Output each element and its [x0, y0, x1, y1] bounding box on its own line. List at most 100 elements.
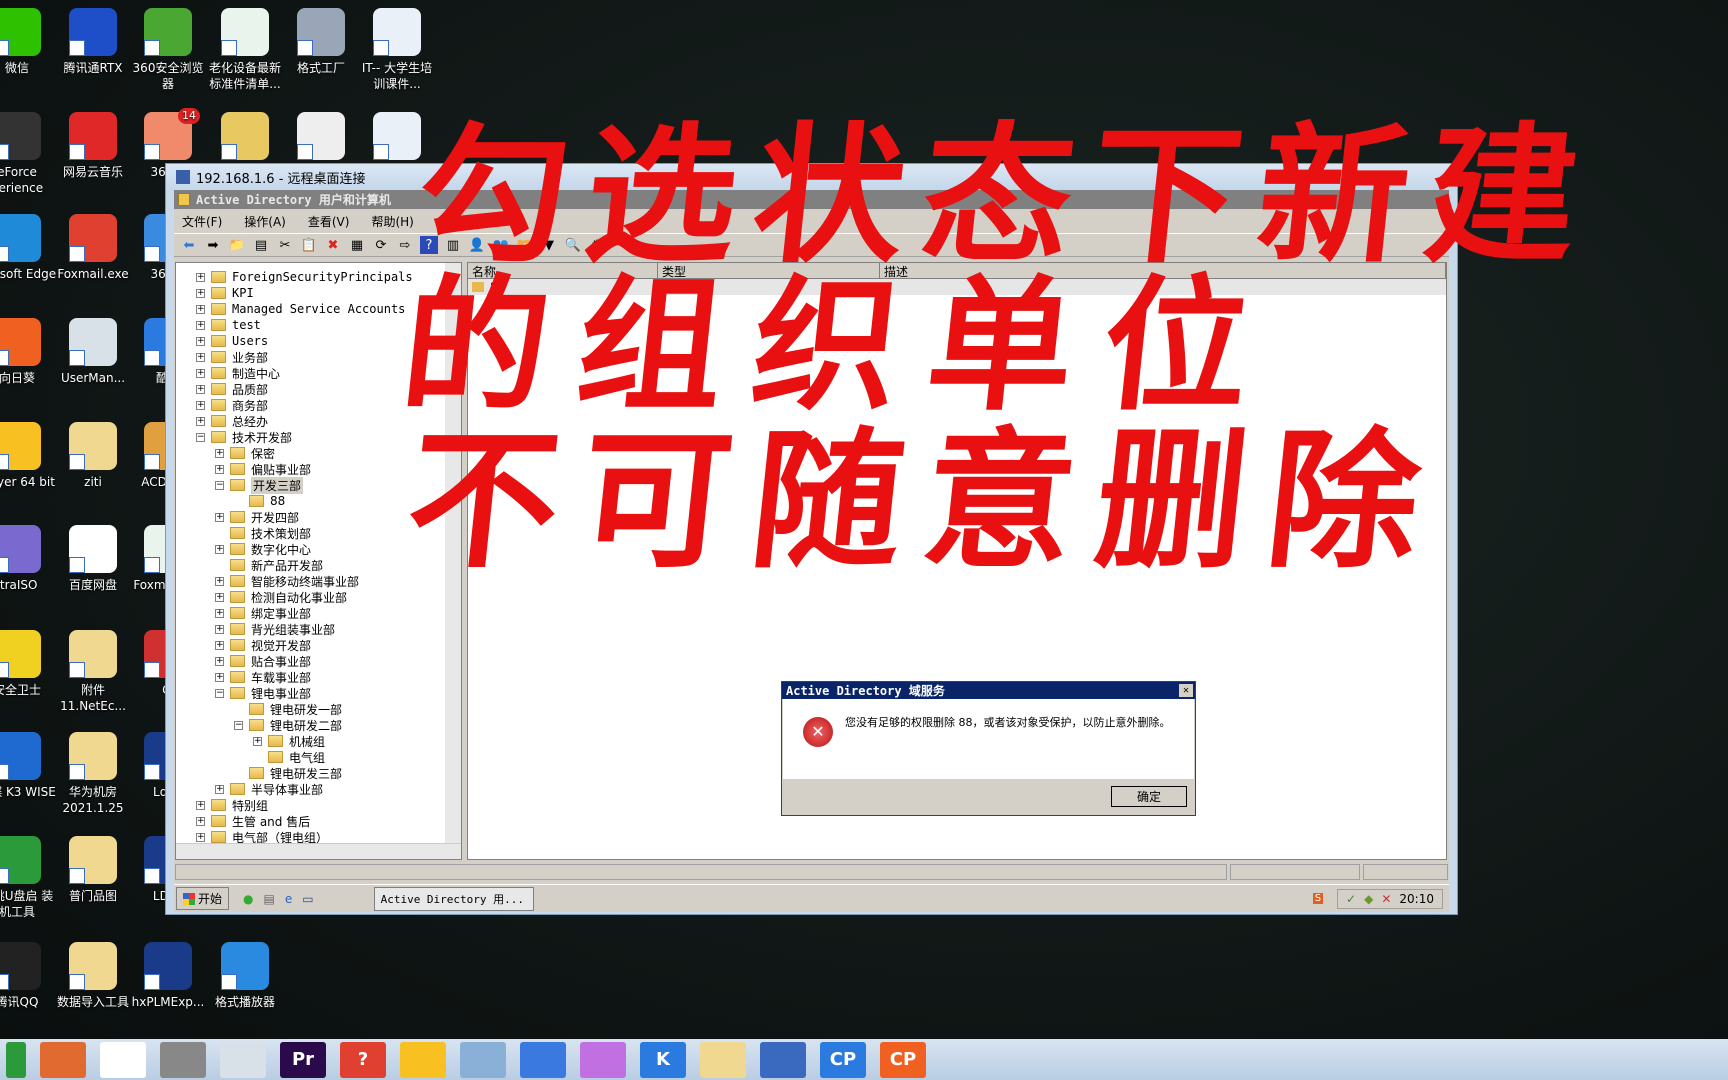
baidu-netdisk-icon[interactable]	[100, 1041, 146, 1078]
add-group-icon[interactable]: 👥	[492, 236, 510, 254]
find-icon[interactable]: 🔍	[564, 236, 582, 254]
desktop-icon-item[interactable]: ltraISO	[0, 525, 57, 593]
paste-icon[interactable]: 📋	[300, 236, 318, 254]
tree-item[interactable]: − 锂电研发二部	[234, 717, 342, 733]
collapse-icon[interactable]: −	[196, 432, 205, 442]
desktop-icon-item[interactable]: Foxmail.exe	[53, 214, 133, 282]
expand-icon[interactable]: +	[196, 816, 205, 826]
expand-icon[interactable]: +	[196, 320, 205, 330]
add-user-icon[interactable]: 👤	[468, 236, 486, 254]
desktop-icon-item[interactable]: 老化设备最新标准件清单...	[205, 8, 285, 92]
desktop-icon-item[interactable]	[281, 112, 361, 164]
notepad-icon[interactable]	[460, 1041, 506, 1078]
desktop-icon-item[interactable]: 360安全浏览器	[128, 8, 208, 92]
tree-item[interactable]: + KPI	[196, 285, 254, 301]
desktop-icon-item[interactable]: ziti	[53, 422, 133, 490]
ie-refresh-icon[interactable]: ●	[243, 892, 253, 906]
expand-icon[interactable]: +	[215, 592, 224, 602]
view-icon[interactable]: ▥	[444, 236, 462, 254]
expand-icon[interactable]: +	[215, 640, 224, 650]
collapse-icon[interactable]: −	[215, 688, 224, 698]
menu-item[interactable]: 文件(F)	[182, 213, 222, 230]
expand-icon[interactable]: +	[215, 624, 224, 634]
back-icon[interactable]: ⬅	[180, 236, 198, 254]
cp-icon[interactable]: CP	[820, 1041, 866, 1078]
tree-item[interactable]: 88	[234, 493, 285, 509]
expand-icon[interactable]: +	[215, 448, 224, 458]
expand-icon[interactable]: +	[196, 400, 205, 410]
tree-item[interactable]: + 贴合事业部	[215, 653, 311, 669]
collapse-icon[interactable]: −	[215, 480, 224, 490]
tree-item[interactable]: + 绑定事业部	[215, 605, 311, 621]
cp2-icon[interactable]: CP	[880, 1041, 926, 1078]
expand-icon[interactable]: +	[215, 464, 224, 474]
podcast-icon[interactable]	[580, 1041, 626, 1078]
start-button[interactable]: 开始	[176, 887, 230, 910]
column-description[interactable]: 描述	[880, 263, 1446, 279]
network-icon[interactable]: ✓	[1346, 892, 1356, 906]
desktop-icon-item[interactable]: icrosoft Edge	[0, 214, 57, 282]
server-manager-icon[interactable]: ▤	[264, 892, 275, 906]
expand-icon[interactable]: +	[196, 304, 205, 314]
up-folder-icon[interactable]: 📁	[228, 236, 246, 254]
desktop-icon-item[interactable]: 微信	[0, 8, 57, 76]
tree-item[interactable]: + 背光组装事业部	[215, 621, 335, 637]
desktop-icon-item[interactable]	[357, 112, 437, 164]
desktop-icon-item[interactable]: 百度网盘	[53, 525, 133, 593]
desktop-icon-item[interactable]: 腾讯QQ	[0, 942, 57, 1010]
premiere-icon[interactable]: Pr	[280, 1041, 326, 1078]
desktop-icon-item[interactable]: 向日葵	[0, 318, 57, 386]
tree-item[interactable]: + 半导体事业部	[215, 781, 323, 797]
remote-desktop-icon[interactable]	[760, 1041, 806, 1078]
expand-icon[interactable]: +	[215, 784, 224, 794]
volume-muted-icon[interactable]: ✕	[1381, 892, 1391, 906]
tree-item[interactable]: − 开发三部	[215, 476, 304, 494]
collapse-icon[interactable]: −	[234, 720, 243, 730]
add-ou-icon[interactable]: 📂	[516, 236, 534, 254]
expand-icon[interactable]: +	[196, 832, 205, 842]
tree-item[interactable]: + Managed Service Accounts	[196, 301, 405, 317]
properties-icon[interactable]: ▦	[348, 236, 366, 254]
usermanager-icon[interactable]	[220, 1041, 266, 1078]
tree-item[interactable]: + 业务部	[196, 349, 268, 365]
filter-icon[interactable]: ▼	[540, 236, 558, 254]
menu-item[interactable]: 帮助(H)	[371, 213, 413, 230]
close-icon[interactable]: ✕	[1179, 684, 1193, 697]
photos-icon[interactable]	[40, 1041, 86, 1078]
kuaizip-icon[interactable]: K	[640, 1041, 686, 1078]
tree-item[interactable]: 电气组	[253, 749, 325, 765]
cut-icon[interactable]: ✂	[276, 236, 294, 254]
help-icon[interactable]: ?	[340, 1041, 386, 1078]
tree-item[interactable]: + 商务部	[196, 397, 268, 413]
rdp-title-bar[interactable]: 192.168.1.6 - 远程桌面连接	[166, 164, 1457, 190]
tree-item[interactable]: 锂电研发一部	[234, 701, 342, 717]
desktop-icon-item[interactable]: Player 64 bit	[0, 422, 57, 490]
expand-icon[interactable]: +	[196, 336, 205, 346]
tree-item[interactable]: + 品质部	[196, 381, 268, 397]
desktop-icon-item[interactable]: UserMan...	[53, 318, 133, 386]
delegate-icon[interactable]: ⚙	[588, 236, 606, 254]
delete-icon[interactable]: ✖	[324, 236, 342, 254]
tree-item[interactable]: 新产品开发部	[215, 557, 323, 573]
expand-icon[interactable]: +	[196, 416, 205, 426]
desktop-icon-item[interactable]: 普门品图	[53, 836, 133, 904]
desktop-icon-item[interactable]: eForce perience	[0, 112, 57, 196]
desktop-icon-item[interactable]: 数据导入工具	[53, 942, 133, 1010]
start-orb-icon[interactable]	[6, 1041, 26, 1078]
expand-icon[interactable]: +	[215, 576, 224, 586]
tree-item[interactable]: + 检测自动化事业部	[215, 589, 347, 605]
expand-icon[interactable]: +	[215, 656, 224, 666]
tree-item[interactable]: + 视觉开发部	[215, 637, 311, 653]
ime-icon[interactable]: S	[1312, 893, 1324, 904]
tree-item[interactable]: + 车载事业部	[215, 669, 311, 685]
tree-vertical-scrollbar[interactable]	[445, 263, 461, 845]
desktop-icon-item[interactable]: 金蝶 K3 WISE	[0, 732, 57, 800]
expand-icon[interactable]: +	[196, 368, 205, 378]
tree-item[interactable]: + 总经办	[196, 413, 268, 429]
potplayer-icon[interactable]	[400, 1041, 446, 1078]
expand-icon[interactable]: +	[196, 800, 205, 810]
desktop-icon-item[interactable]: 安全卫士	[0, 630, 57, 698]
desktop-icon-item[interactable]: 格式工厂	[281, 8, 361, 76]
forward-icon[interactable]: ➡	[204, 236, 222, 254]
refresh-icon[interactable]: ⟳	[372, 236, 390, 254]
